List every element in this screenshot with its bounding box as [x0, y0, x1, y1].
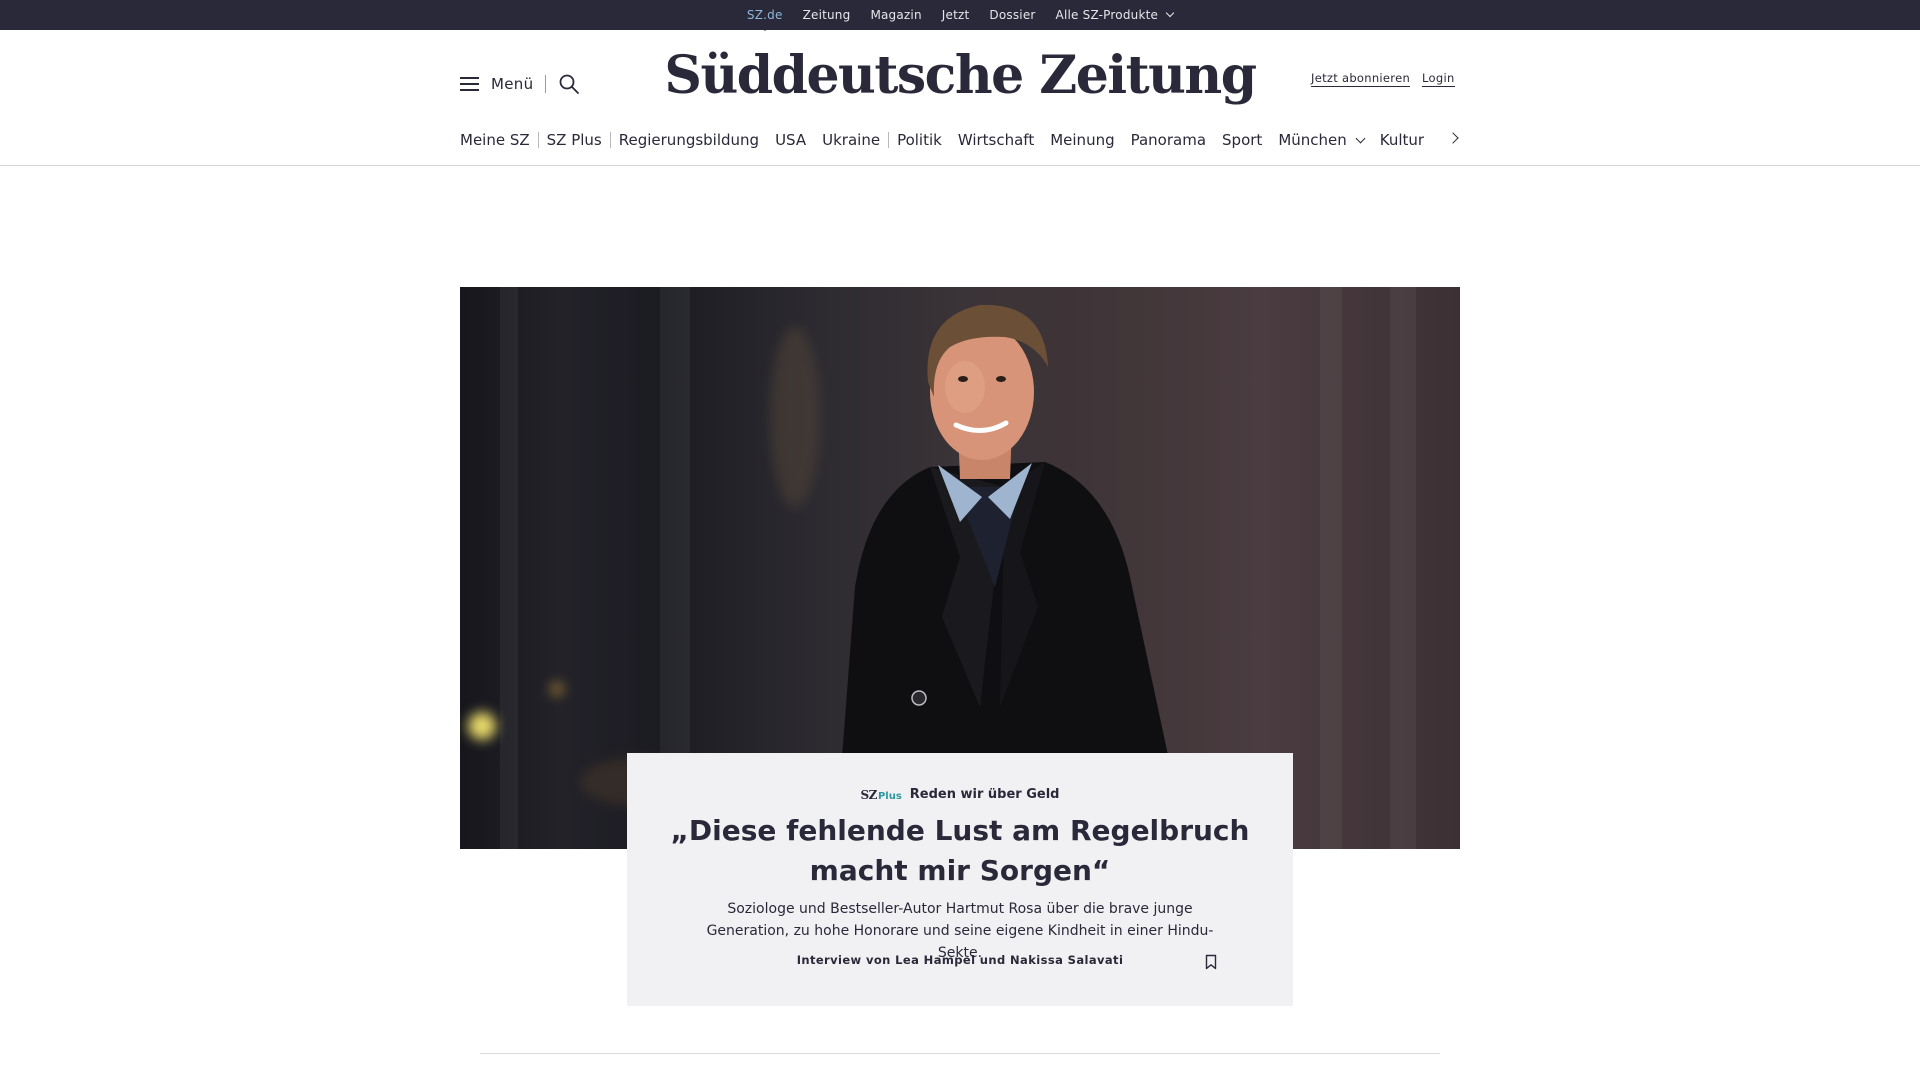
sz-plus-badge: SZPlus [860, 787, 902, 802]
nav-item-sport[interactable]: Sport [1222, 131, 1262, 149]
topbar-link-szde[interactable]: SZ.de [747, 8, 783, 22]
nav-item-politik[interactable]: Politik [897, 131, 942, 149]
nav-item-meine-sz[interactable]: Meine SZ [460, 131, 530, 149]
nav-item-regierungsbildung[interactable]: Regierungsbildung [619, 131, 759, 149]
chevron-down-icon [1165, 8, 1175, 18]
site-header: Menü Süddeutsche Zeitung Jetzt abonniere… [0, 30, 1920, 166]
article-kicker: SZPlus Reden wir über Geld [627, 787, 1293, 802]
nav-item-usa[interactable]: USA [775, 131, 806, 149]
topbar-all-products-label: Alle SZ-Produkte [1055, 8, 1159, 22]
nav-divider [537, 132, 539, 148]
subscribe-link[interactable]: Jetzt abonnieren [1311, 71, 1411, 87]
nav-item-muenchen[interactable]: München [1278, 131, 1366, 149]
nav-item-ukraine[interactable]: Ukraine [822, 131, 880, 149]
nav-item-panorama[interactable]: Panorama [1131, 131, 1206, 149]
section-divider [480, 1053, 1440, 1054]
kicker-text: Reden wir über Geld [909, 787, 1060, 802]
site-logo[interactable]: Süddeutsche Zeitung [0, 45, 1920, 106]
bookmark-icon[interactable] [1205, 954, 1217, 970]
topbar-link-all-products[interactable]: Alle SZ-Produkte [1055, 8, 1175, 22]
nav-item-sz-plus[interactable]: SZ Plus [547, 131, 602, 149]
nav-divider [888, 132, 890, 148]
article-teaser-card[interactable]: SZPlus Reden wir über Geld „Diese fehlen… [627, 753, 1293, 1006]
nav-item-muenchen-label: München [1278, 131, 1347, 149]
article-headline[interactable]: „Diese fehlende Lust am Regelbruch macht… [647, 811, 1273, 891]
account-links: Jetzt abonnieren Login [1311, 71, 1455, 87]
chevron-down-icon [1355, 133, 1366, 143]
top-utility-bar: SZ.de Zeitung Magazin Jetzt Dossier Alle… [0, 0, 1920, 30]
topbar-link-dossier[interactable]: Dossier [989, 8, 1035, 22]
nav-item-kultur[interactable]: Kultur [1380, 131, 1424, 149]
login-link[interactable]: Login [1422, 71, 1455, 87]
topbar-link-zeitung[interactable]: Zeitung [803, 8, 851, 22]
nav-divider [609, 132, 611, 148]
nav-item-wirtschaft[interactable]: Wirtschaft [958, 131, 1034, 149]
section-navigation: Meine SZ SZ Plus Regierungsbildung USA U… [460, 130, 1424, 150]
article-byline: Interview von Lea Hampel und Nakissa Sal… [796, 953, 1124, 967]
nav-item-meinung[interactable]: Meinung [1050, 131, 1114, 149]
topbar-link-magazin[interactable]: Magazin [870, 8, 921, 22]
chevron-right-icon[interactable] [1447, 132, 1459, 144]
topbar-link-jetzt[interactable]: Jetzt [942, 8, 970, 22]
